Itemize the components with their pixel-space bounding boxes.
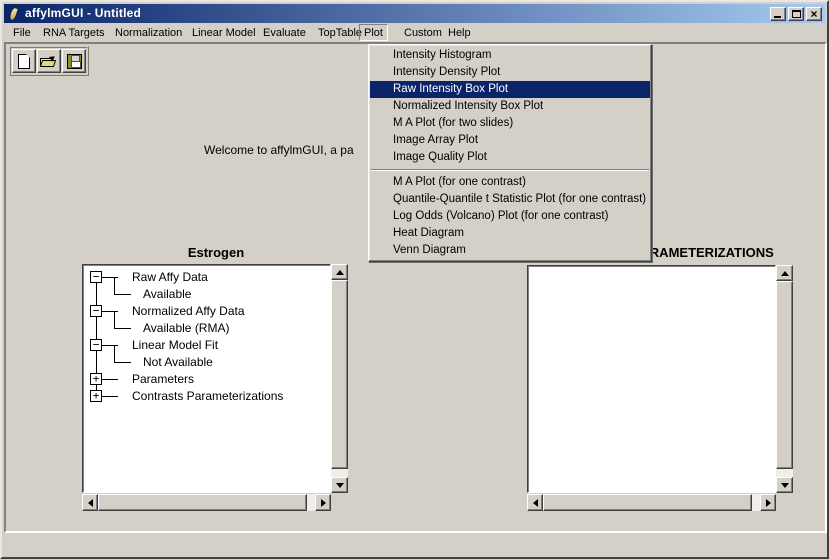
tree-item-parameters[interactable]: Parameters <box>132 371 194 388</box>
menu-normalization[interactable]: Normalization <box>110 24 187 41</box>
tree-expander-minus[interactable]: − <box>90 339 102 351</box>
scroll-down-button[interactable] <box>776 477 793 493</box>
tree-subitem-not-available[interactable]: Not Available <box>143 354 213 371</box>
plot-menu-item-intensity-density-plot[interactable]: Intensity Density Plot <box>370 64 650 81</box>
plot-menu-item-image-array-plot[interactable]: Image Array Plot <box>370 132 650 149</box>
tree-line <box>114 311 115 328</box>
tree-item-normalized-affy-data[interactable]: Normalized Affy Data <box>132 303 245 320</box>
plot-menu-item-raw-intensity-box-plot[interactable]: Raw Intensity Box Plot <box>370 81 650 98</box>
new-file-button[interactable] <box>12 49 36 73</box>
scroll-right-button[interactable] <box>315 494 331 511</box>
app-window: affylmGUI - Untitled × FileRNA TargetsNo… <box>0 0 829 559</box>
left-vertical-scrollbar[interactable] <box>331 264 348 493</box>
app-feather-icon <box>7 7 21 21</box>
scroll-thumb[interactable] <box>331 280 348 469</box>
menu-bar: FileRNA TargetsNormalizationLinear Model… <box>4 23 825 42</box>
open-folder-icon <box>40 54 58 68</box>
title-bar[interactable]: affylmGUI - Untitled × <box>4 4 825 23</box>
plot-menu-item-intensity-histogram[interactable]: Intensity Histogram <box>370 47 650 64</box>
scroll-up-button[interactable] <box>776 265 793 281</box>
tree-expander-plus[interactable]: + <box>90 373 102 385</box>
left-horizontal-scrollbar[interactable] <box>82 494 331 511</box>
window-title: affylmGUI - Untitled <box>25 4 770 23</box>
left-panel-title: Estrogen <box>82 245 350 260</box>
arrow-left-icon <box>84 499 93 507</box>
arrow-down-icon <box>336 483 344 492</box>
tree-line <box>102 396 118 397</box>
menu-rna-targets[interactable]: RNA Targets <box>38 24 110 41</box>
scroll-right-button[interactable] <box>760 494 776 511</box>
plot-menu-item-log-odds-volcano-plot-for-one-contrast[interactable]: Log Odds (Volcano) Plot (for one contras… <box>370 208 650 225</box>
open-file-button[interactable] <box>37 49 61 73</box>
plot-menu-item-m-a-plot-for-one-contrast[interactable]: M A Plot (for one contrast) <box>370 174 650 191</box>
scroll-thumb[interactable] <box>776 281 793 469</box>
tree-item-contrasts-parameterizations[interactable]: Contrasts Parameterizations <box>132 388 283 405</box>
plot-menu-item-normalized-intensity-box-plot[interactable]: Normalized Intensity Box Plot <box>370 98 650 115</box>
arrow-left-icon <box>529 499 538 507</box>
maximize-icon <box>792 10 801 18</box>
close-button[interactable]: × <box>806 7 822 21</box>
estrogen-tree-listbox[interactable]: − Raw Affy DataAvailable − Normalized Affy … <box>82 264 331 493</box>
scroll-down-button[interactable] <box>331 477 348 493</box>
plot-menu-item-heat-diagram[interactable]: Heat Diagram <box>370 225 650 242</box>
main-content-frame: Welcome to affylmGUI, a pa Estrogen − Raw… <box>4 42 827 533</box>
tree-line <box>102 379 118 380</box>
plot-menu-item-m-a-plot-for-two-slides[interactable]: M A Plot (for two slides) <box>370 115 650 132</box>
tree-item-raw-affy-data[interactable]: Raw Affy Data <box>132 269 208 286</box>
menu-file[interactable]: File <box>8 24 36 41</box>
tree-subitem-available[interactable]: Available <box>143 286 191 303</box>
tree-line <box>102 345 118 346</box>
arrow-right-icon <box>766 499 775 507</box>
tree-line <box>114 294 131 295</box>
contrasts-listbox[interactable] <box>527 265 776 493</box>
arrow-up-icon <box>336 266 344 275</box>
scroll-up-button[interactable] <box>331 264 348 280</box>
menu-custom[interactable]: Custom <box>399 24 447 41</box>
tree-line <box>114 277 115 294</box>
scroll-left-button[interactable] <box>82 494 98 511</box>
right-vertical-scrollbar[interactable] <box>776 265 793 493</box>
minimize-icon <box>774 16 781 18</box>
scroll-left-button[interactable] <box>527 494 543 511</box>
arrow-right-icon <box>321 499 330 507</box>
menu-evaluate[interactable]: Evaluate <box>258 24 311 41</box>
menu-linear-model[interactable]: Linear Model <box>187 24 261 41</box>
welcome-text: Welcome to affylmGUI, a pa <box>204 143 354 157</box>
plot-menu-item-quantile-quantile-t-statistic-plot-for-one-contrast[interactable]: Quantile-Quantile t Statistic Plot (for … <box>370 191 650 208</box>
menu-plot[interactable]: Plot <box>359 24 388 41</box>
toolbar <box>9 46 89 76</box>
tree-item-linear-model-fit[interactable]: Linear Model Fit <box>132 337 218 354</box>
arrow-down-icon <box>781 483 789 492</box>
tree-expander-minus[interactable]: − <box>90 271 102 283</box>
tree-line <box>102 311 118 312</box>
tree-expander-minus[interactable]: − <box>90 305 102 317</box>
maximize-button[interactable] <box>788 7 804 21</box>
new-file-icon <box>18 54 30 69</box>
tree-line <box>102 277 118 278</box>
menu-help[interactable]: Help <box>443 24 476 41</box>
tree-expander-plus[interactable]: + <box>90 390 102 402</box>
plot-dropdown-menu: Intensity HistogramIntensity Density Plo… <box>368 44 652 262</box>
tree-line <box>114 345 115 362</box>
minimize-button[interactable] <box>770 7 786 21</box>
plot-menu-item-image-quality-plot[interactable]: Image Quality Plot <box>370 149 650 166</box>
close-icon: × <box>810 9 817 19</box>
menu-separator <box>371 169 649 171</box>
scroll-thumb[interactable] <box>98 494 307 511</box>
arrow-up-icon <box>781 267 789 276</box>
save-file-button[interactable] <box>62 49 86 73</box>
tree-subitem-available-rma[interactable]: Available (RMA) <box>143 320 229 337</box>
right-horizontal-scrollbar[interactable] <box>527 494 776 511</box>
tree-line <box>114 362 131 363</box>
save-icon <box>67 54 82 69</box>
tree-line <box>114 328 131 329</box>
estrogen-tree: − Raw Affy DataAvailable − Normalized Affy … <box>84 266 329 491</box>
scroll-thumb[interactable] <box>543 494 752 511</box>
plot-menu-item-venn-diagram[interactable]: Venn Diagram <box>370 242 650 259</box>
